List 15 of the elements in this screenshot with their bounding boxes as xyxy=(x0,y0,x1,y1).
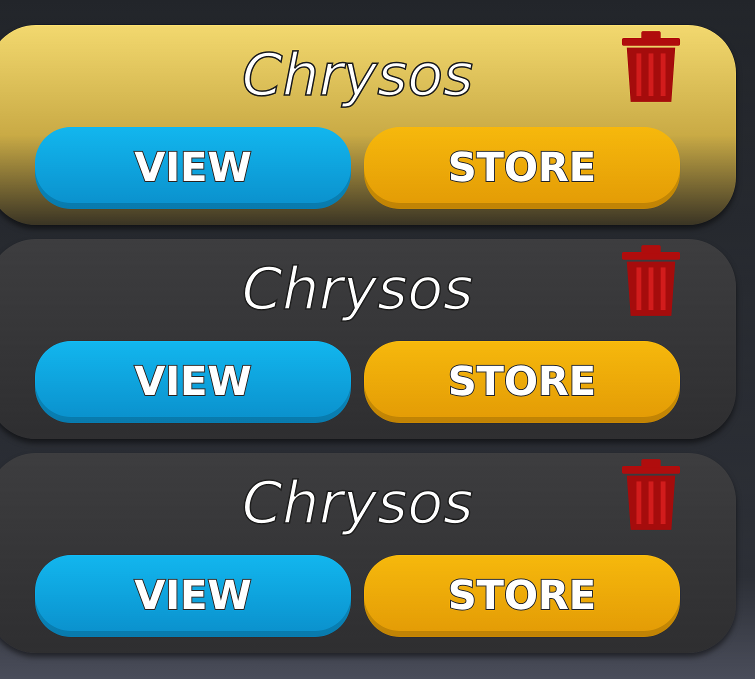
slot-name: Chrysos xyxy=(242,40,474,111)
trash-icon[interactable] xyxy=(620,458,682,532)
slot-name: Chrysos xyxy=(242,468,474,539)
slot-card[interactable]: Chrysos VIEW STORE xyxy=(0,239,736,439)
trash-icon[interactable] xyxy=(620,244,682,318)
trash-icon[interactable] xyxy=(620,30,682,104)
slot-name: Chrysos xyxy=(242,254,474,325)
view-button[interactable]: VIEW xyxy=(35,341,351,423)
view-button[interactable]: VIEW xyxy=(35,555,351,637)
slot-card[interactable]: Chrysos VIEW STORE xyxy=(0,25,736,225)
view-button[interactable]: VIEW xyxy=(35,127,351,209)
store-button[interactable]: STORE xyxy=(364,127,680,209)
store-button[interactable]: STORE xyxy=(364,341,680,423)
store-button[interactable]: STORE xyxy=(364,555,680,637)
slot-card[interactable]: Chrysos VIEW STORE xyxy=(0,453,736,653)
